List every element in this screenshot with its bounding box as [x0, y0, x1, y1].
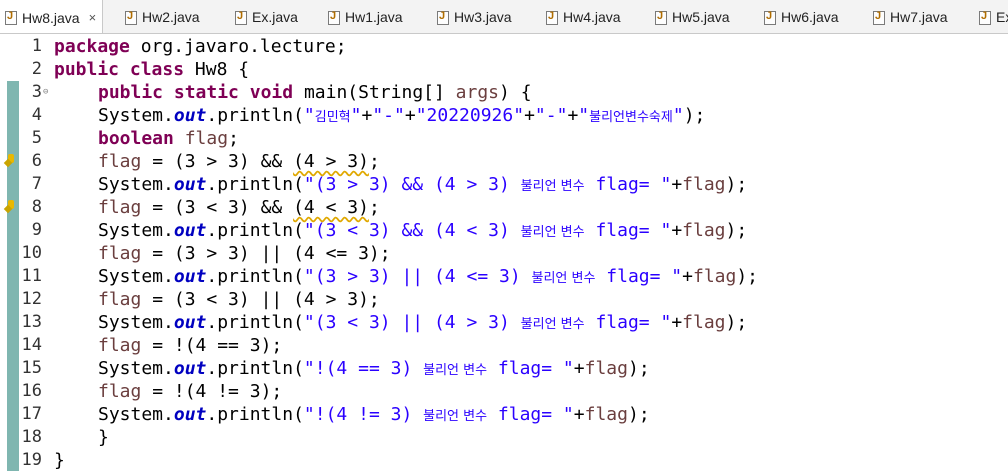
code-line-16: flag = !(4 != 3); [98, 381, 283, 402]
tab-label: Ex [996, 9, 1008, 25]
code-line-12: flag = (3 < 3) || (4 > 3); [98, 289, 380, 310]
tab-label: Hw2.java [142, 9, 200, 25]
tab-label: Hw8.java [22, 9, 80, 26]
tab-hw2-java[interactable]: Hw2.java [124, 0, 200, 33]
line-number: 1 [31, 36, 42, 56]
tab-hw7-java[interactable]: Hw7.java [872, 0, 948, 33]
code-line-6: flag = (3 > 3) && (4 > 3); [98, 151, 380, 172]
line-number: 2 [31, 59, 42, 79]
tab-label: Hw6.java [781, 9, 839, 25]
tab-hw3-java[interactable]: Hw3.java [436, 0, 512, 33]
line-number: 3 [31, 82, 42, 102]
line-number: 11 [21, 266, 42, 286]
code-line-18: } [98, 427, 109, 448]
line-number: 8 [31, 197, 42, 217]
java-file-icon [234, 10, 247, 25]
line-number: 12 [21, 289, 42, 309]
java-file-icon [124, 10, 137, 25]
tab-ex-overflow[interactable]: Ex [978, 0, 1008, 33]
warning-icon[interactable] [5, 200, 17, 212]
code-line-3: public static void main(String[] args) { [98, 82, 532, 103]
line-number: 6 [31, 151, 42, 171]
tab-hw6-java[interactable]: Hw6.java [763, 0, 839, 33]
close-icon[interactable]: × [89, 10, 97, 25]
warning-icon[interactable] [5, 154, 17, 166]
java-file-icon [436, 10, 449, 25]
java-file-icon [763, 10, 776, 25]
code-line-13: System.out.println("(3 < 3) || (4 > 3) 불… [98, 312, 748, 333]
java-file-icon [545, 10, 558, 25]
code-line-11: System.out.println("(3 > 3) || (4 <= 3) … [98, 266, 759, 287]
code-line-17: System.out.println("!(4 != 3) 불리언 변수 fla… [98, 404, 650, 425]
line-number: 17 [21, 404, 42, 424]
line-number: 15 [21, 358, 42, 378]
java-file-icon [4, 10, 17, 25]
line-number: 18 [21, 427, 42, 447]
tab-label: Hw3.java [454, 9, 512, 25]
line-number: 7 [31, 174, 42, 194]
tab-label: Hw4.java [563, 9, 621, 25]
editor-tab-bar: Hw8.java × Hw2.java Ex.java Hw1.java Hw3… [0, 0, 1008, 34]
code-line-14: flag = !(4 == 3); [98, 335, 283, 356]
code-line-10: flag = (3 > 3) || (4 <= 3); [98, 243, 391, 264]
code-line-9: System.out.println("(3 < 3) && (4 < 3) 불… [98, 220, 748, 241]
code-editor[interactable]: 1 2 3 ⊖ 4 5 6 7 8 9 10 11 12 13 14 15 16… [0, 35, 1008, 472]
tab-hw1-java[interactable]: Hw1.java [327, 0, 403, 33]
line-number: 5 [31, 128, 42, 148]
tab-label: Ex.java [252, 9, 298, 25]
tab-hw8-java[interactable]: Hw8.java × [0, 0, 104, 33]
code-line-4: System.out.println("김민혁"+"-"+"20220926"+… [98, 105, 706, 126]
code-line-5: boolean flag; [98, 128, 239, 149]
line-number: 9 [31, 220, 42, 240]
java-file-icon [978, 10, 991, 25]
code-line-2: public class Hw8 { [54, 59, 250, 80]
tab-ex-java[interactable]: Ex.java [234, 0, 298, 33]
code-line-8: flag = (3 < 3) && (4 < 3); [98, 197, 380, 218]
java-file-icon [654, 10, 667, 25]
fold-collapse-icon[interactable]: ⊖ [43, 87, 48, 97]
tab-label: Hw1.java [345, 9, 403, 25]
line-number: 16 [21, 381, 42, 401]
tab-hw4-java[interactable]: Hw4.java [545, 0, 621, 33]
code-line-1: package org.javaro.lecture; [54, 36, 347, 57]
code-line-19: } [54, 450, 65, 471]
line-number: 14 [21, 335, 42, 355]
line-number: 10 [21, 243, 42, 263]
tab-label: Hw5.java [672, 9, 730, 25]
line-number: 4 [31, 105, 42, 125]
tab-hw5-java[interactable]: Hw5.java [654, 0, 730, 33]
code-line-15: System.out.println("!(4 == 3) 불리언 변수 fla… [98, 358, 650, 379]
java-file-icon [327, 10, 340, 25]
line-number: 13 [21, 312, 42, 332]
tab-label: Hw7.java [890, 9, 948, 25]
code-line-7: System.out.println("(3 > 3) && (4 > 3) 불… [98, 174, 748, 195]
line-number-gutter: 1 2 3 ⊖ 4 5 6 7 8 9 10 11 12 13 14 15 16… [0, 35, 50, 472]
line-number: 19 [21, 450, 42, 470]
java-file-icon [872, 10, 885, 25]
